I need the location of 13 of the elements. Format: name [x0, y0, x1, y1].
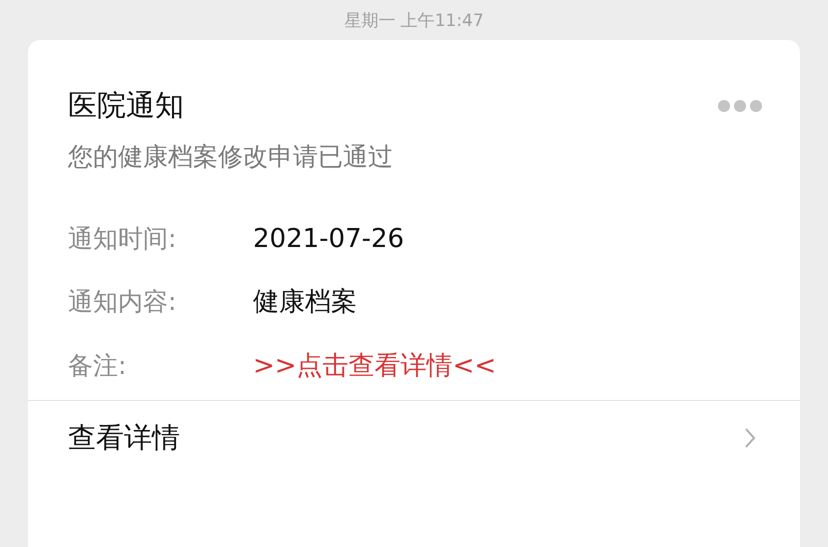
field-label: 通知内容:	[68, 286, 178, 318]
message-time: 星期一 上午11:47	[344, 10, 484, 32]
field-value: 健康档案	[253, 286, 357, 320]
field-value: 2021-07-26	[253, 224, 404, 254]
details-link[interactable]: >>点击查看详情<<	[253, 348, 496, 383]
more-icon[interactable]	[718, 100, 762, 112]
card-title: 医院通知	[68, 87, 184, 124]
chevron-icon	[744, 427, 756, 449]
view-details-row[interactable]: 查看详情	[28, 400, 800, 475]
field-label: 备注:	[68, 350, 128, 382]
field-label: 通知时间:	[68, 223, 178, 256]
card-subtitle: 您的健康档案修改申请已通过	[67, 141, 394, 173]
view-details-label: 查看详情	[68, 420, 180, 456]
